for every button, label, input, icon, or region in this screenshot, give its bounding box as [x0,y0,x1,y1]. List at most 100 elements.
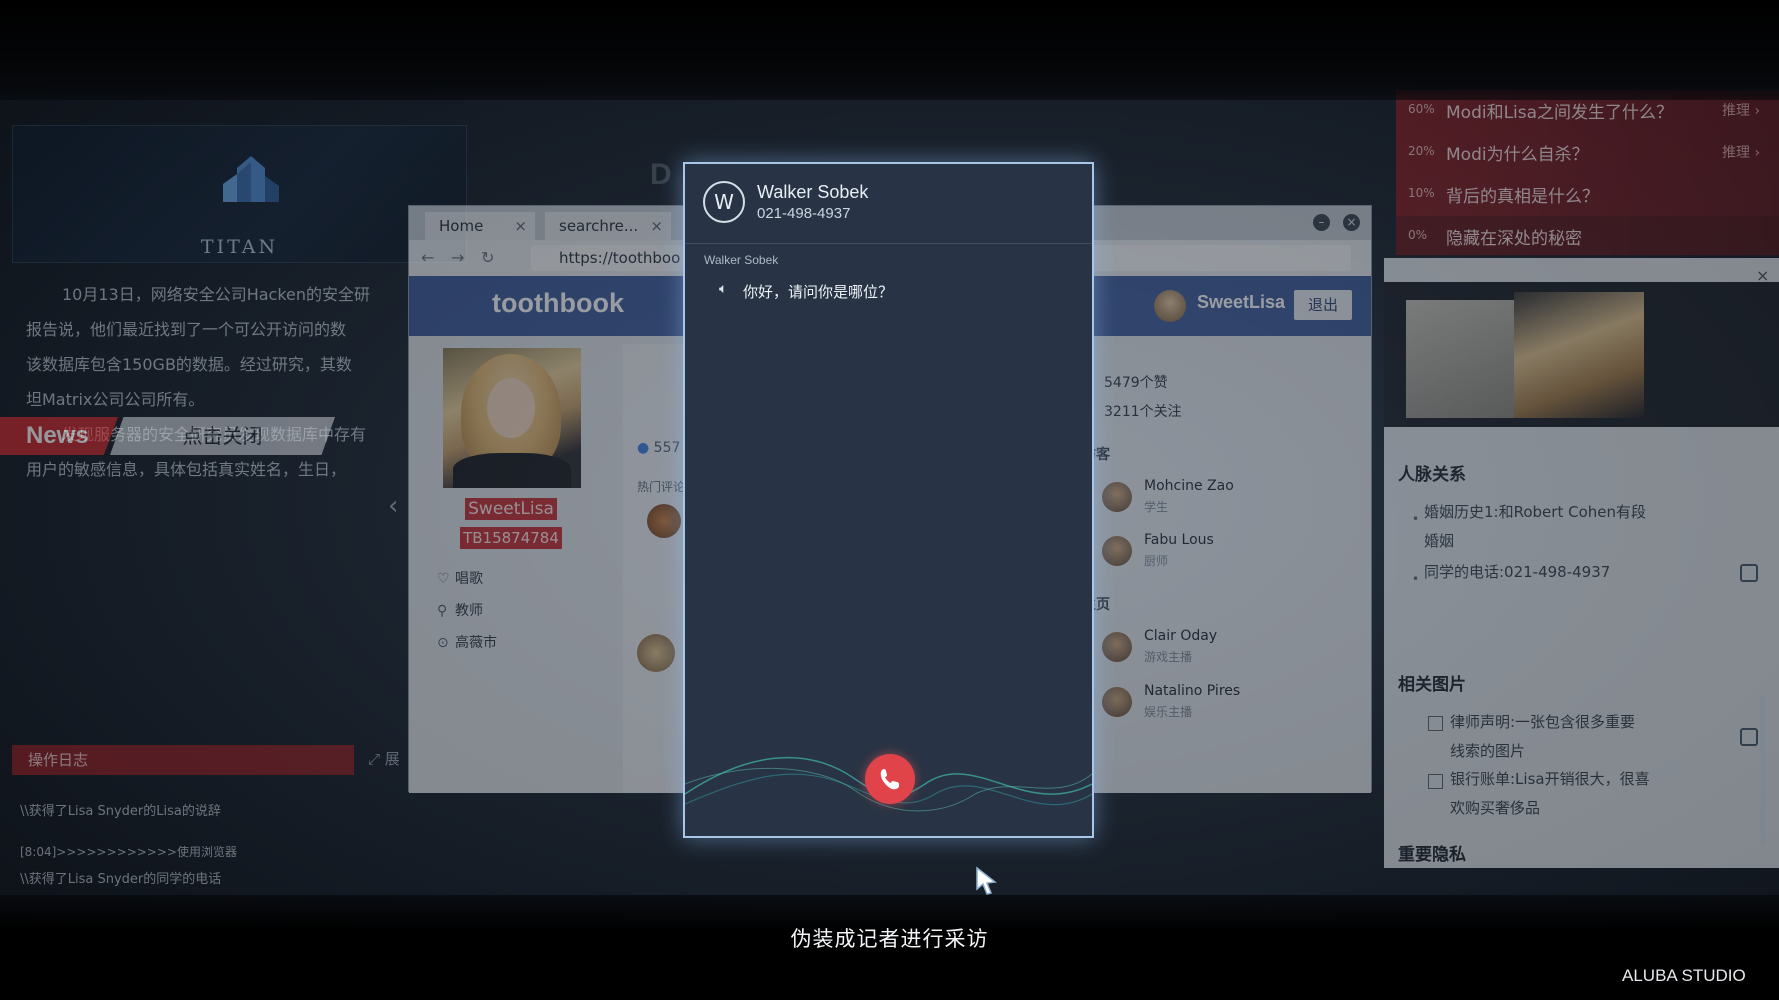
message-sender: Walker Sobek [704,253,779,267]
log-line: \\获得了Lisa Snyder的同学的电话 [20,872,222,887]
questions-panel: 60% Modi和Lisa之间发生了什么？ 推理 › 20% Modi为什么自杀… [1396,90,1779,256]
tab-label: Home [439,217,484,235]
job-icon: ⚲ [437,603,448,619]
photo-item: 银行账单:Lisa开销很大，很喜 [1450,770,1650,788]
site-logo[interactable]: toothbook [492,288,624,319]
avatar[interactable] [647,504,681,538]
minimize-icon[interactable]: – [1313,214,1330,231]
phone-book-icon[interactable] [1740,564,1758,582]
attr-label: 教师 [455,603,483,619]
reason-button[interactable]: 推理 › [1722,100,1760,120]
attr-label: 唱歌 [455,571,483,587]
operation-log-header: 操作日志 [12,745,354,775]
avatar[interactable] [1102,482,1132,512]
reason-label: 推理 [1722,145,1750,161]
mouse-cursor-icon [976,866,997,895]
close-window-icon[interactable]: × [1343,214,1360,231]
question-progress: 20% [1408,144,1435,158]
avatar[interactable] [1102,687,1132,717]
log-line: [8:04]>>>>>>>>>>>>使用浏览器 [20,845,237,859]
close-news-button[interactable]: 点击关闭 [110,417,335,455]
studio-watermark: ALUBA STUDIO [1622,966,1746,985]
close-icon[interactable]: × [514,212,527,240]
browser-tab-home[interactable]: Home × [425,212,535,240]
relation-item: 婚姻 [1424,532,1455,550]
question-item[interactable]: 0% 隐藏在深处的秘密 [1396,216,1779,256]
back-icon[interactable]: ← [421,248,434,267]
profile-photo-dress [453,453,571,488]
article-line: 该数据库包含150GB的数据。经过研究，其数 [26,355,352,374]
log-expand-button[interactable]: ⤢ 展 [368,748,400,769]
article-line: 坦Matrix公司公司所有。 [26,390,205,409]
heart-icon: ♡ [437,571,450,587]
refresh-icon[interactable]: ↻ [481,248,494,267]
profile-photo-face [487,378,535,438]
feed-count: ● 557 [637,440,680,456]
close-icon[interactable]: × [650,212,663,240]
location-icon: ⊙ [437,635,449,651]
avatar[interactable] [1154,290,1186,322]
logout-button[interactable]: 退出 [1294,290,1352,320]
profile-photo [443,348,581,488]
question-item[interactable]: 10% 背后的真相是什么？ [1396,174,1779,214]
image-icon[interactable] [1740,728,1758,746]
visitor-name[interactable]: Mohcine Zao [1144,478,1234,494]
caller-phone: 021-498-4937 [757,205,851,222]
chevron-left-icon[interactable]: ‹ [388,491,398,521]
hangup-button[interactable] [865,754,915,804]
feed-count-value: 557 [653,440,681,456]
news-tab[interactable]: News [0,417,118,455]
subtitle: 伪装成记者进行采访 [790,927,989,951]
question-text: Modi和Lisa之间发生了什么？ [1446,103,1674,123]
profile-attr-job: ⚲ 教师 [437,600,483,620]
current-user[interactable]: SweetLisa [1197,292,1285,313]
article-line: 10月13日，网络安全公司Hacken的安全研 [62,285,371,304]
bullet: • [1412,572,1420,586]
tab-label: searchre... [559,217,639,235]
suspect-photo[interactable] [1514,292,1644,418]
bullet: • [1412,512,1420,526]
news-brand: TITAN [200,236,279,258]
question-item[interactable]: 20% Modi为什么自杀？ 推理 › [1396,132,1779,172]
home-person-role: 娱乐主播 [1144,705,1193,719]
avatar[interactable] [637,634,675,672]
forward-icon[interactable]: → [451,248,464,267]
phone-hangup-icon [880,769,899,790]
news-banner: TITAN [12,125,467,263]
question-progress: 0% [1408,228,1428,242]
relations-title: 人脉关系 [1398,465,1466,485]
like-icon: ● [637,440,650,456]
likes-count: 5479个赞 [1104,375,1168,391]
relation-item: 婚姻历史1:和Robert Cohen有段 [1424,503,1646,521]
checkbox-icon[interactable] [1428,774,1443,789]
hot-comments-label: 热门评论 [637,480,686,494]
profile-sidebar: 5479个赞 3211个关注 访客 Mohcine Zao 学生 Fabu Lo… [1072,344,1344,793]
photo-item: 线索的图片 [1450,742,1526,760]
photo-item: 欢购买奢侈品 [1450,799,1541,817]
caller-avatar: W [703,181,745,223]
suspect-photo[interactable] [1406,300,1516,418]
question-progress: 10% [1408,186,1435,200]
photo-item: 律师声明:一张包含很多重要 [1450,713,1636,731]
question-progress: 60% [1408,102,1435,116]
suspect-photos [1384,282,1779,427]
scrollbar[interactable] [1760,695,1766,845]
caller-name: Walker Sobek [757,182,869,202]
relation-item: 同学的电话:021-498-4937 [1424,563,1611,581]
home-person-name[interactable]: Natalino Pires [1144,683,1240,699]
log-expand-label: 展 [384,750,400,768]
browser-tab-search[interactable]: searchre... × [545,212,671,240]
titan-logo-icon [223,156,279,202]
map-decoration: D [650,158,672,191]
attr-label: 高薇市 [455,635,497,651]
avatar[interactable] [1102,632,1132,662]
news-article: 10月13日，网络安全公司Hacken的安全研 报告说，他们最近找到了一个可公开… [26,277,406,487]
home-person-name[interactable]: Clair Oday [1144,628,1217,644]
profile-attr-city: ⊙ 高薇市 [437,632,497,652]
question-text: Modi为什么自杀？ [1446,145,1589,165]
reason-button[interactable]: 推理 › [1722,142,1760,162]
visitor-name[interactable]: Fabu Lous [1144,532,1214,548]
follows-count: 3211个关注 [1104,404,1182,420]
checkbox-icon[interactable] [1428,716,1443,731]
avatar[interactable] [1102,536,1132,566]
